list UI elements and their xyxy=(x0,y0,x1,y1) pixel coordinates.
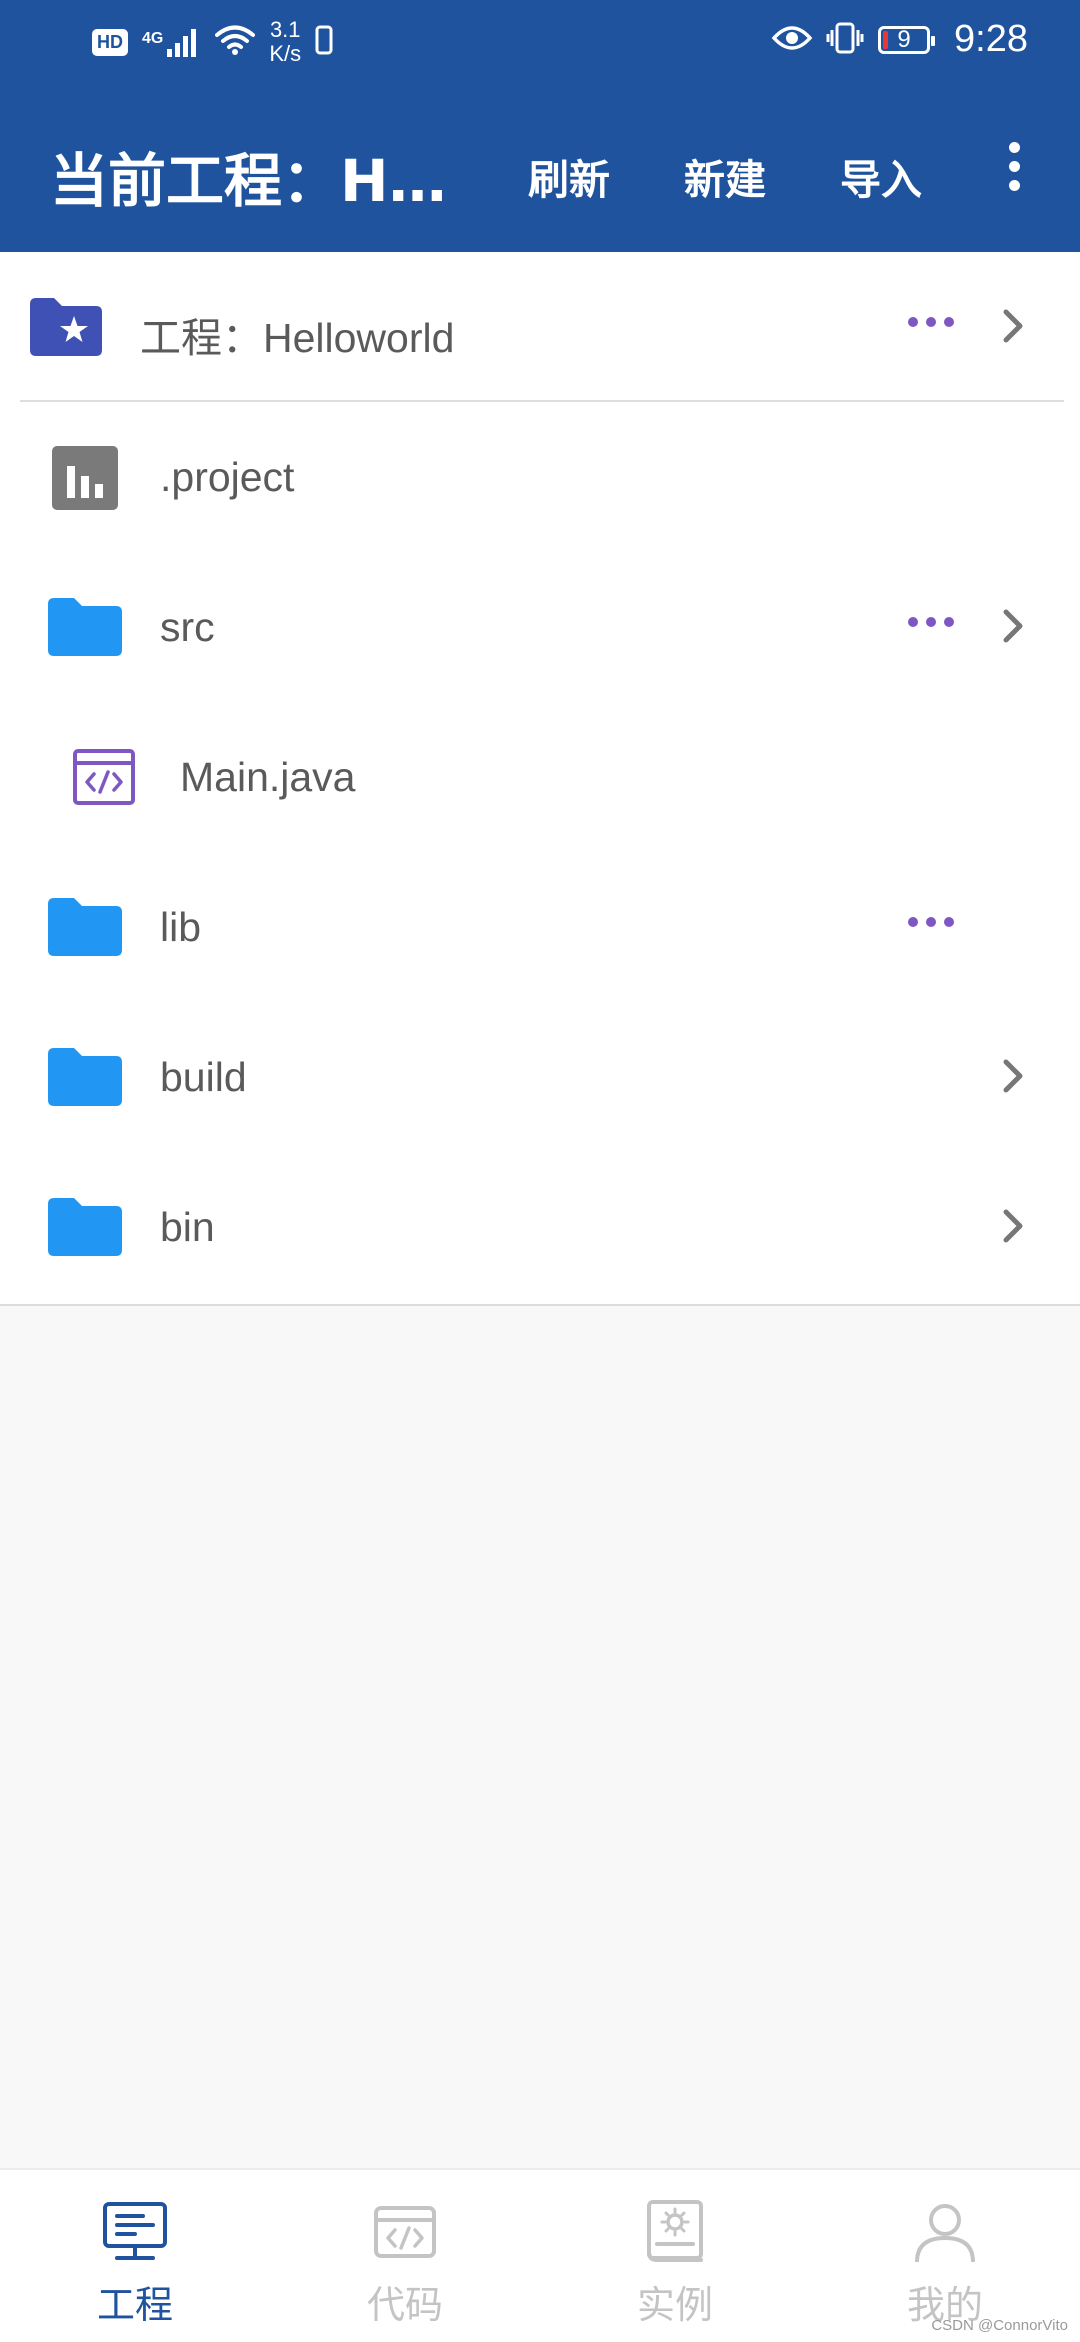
project-header-row[interactable]: 工程：Helloworld xyxy=(0,252,1080,402)
person-icon xyxy=(913,2200,977,2264)
file-name: .project xyxy=(160,454,295,500)
hd-badge: HD xyxy=(92,28,128,56)
app-bar: 当前工程：H… 刷新 新建 导入 xyxy=(0,84,1080,252)
tab-examples[interactable]: 实例 xyxy=(540,2170,810,2342)
more-options-icon[interactable] xyxy=(908,912,954,932)
signal-icon: 4G xyxy=(142,27,201,57)
folder-icon xyxy=(46,1196,124,1262)
file-name: Main.java xyxy=(180,754,356,800)
net-speed: 3.1 K/s xyxy=(269,17,302,66)
more-options-icon[interactable] xyxy=(908,312,954,332)
eye-icon xyxy=(771,24,813,56)
new-button[interactable]: 新建 xyxy=(684,146,766,206)
bottom-navigation: 工程 代码 实例 我的 CSDN @ConnorVito xyxy=(0,2168,1080,2342)
file-row-lib[interactable]: lib xyxy=(0,852,1080,1002)
page-title: 当前工程：H… xyxy=(50,147,447,215)
folder-icon xyxy=(46,896,124,962)
project-file-icon xyxy=(50,444,120,516)
tab-label: 实例 xyxy=(636,2283,713,2327)
clock: 9:28 xyxy=(954,18,1028,60)
more-options-icon[interactable] xyxy=(908,612,954,632)
overflow-menu-icon[interactable] xyxy=(1000,142,1028,198)
status-bar: HD 4G 3.1 K/s 9 9:28 xyxy=(0,0,1080,84)
wifi-icon xyxy=(215,24,256,60)
battery-level: 9 xyxy=(897,25,911,53)
file-list: 工程：Helloworld .project src Main.java lib… xyxy=(0,252,1080,1306)
watermark: CSDN @ConnorVito xyxy=(931,2317,1068,2334)
chevron-right-icon[interactable] xyxy=(996,1204,1032,1248)
starred-folder-icon xyxy=(26,296,104,362)
file-name: lib xyxy=(160,904,202,950)
folder-icon xyxy=(46,1046,124,1112)
tab-code[interactable]: 代码 xyxy=(270,2170,540,2342)
file-row-main-java[interactable]: Main.java xyxy=(0,702,1080,852)
top-bar: HD 4G 3.1 K/s 9 9:28 当前工程：H… 刷新 新建 导入 xyxy=(0,0,1080,252)
battery-icon: 9 xyxy=(878,25,936,54)
chevron-right-icon[interactable] xyxy=(996,1054,1032,1098)
file-row-bin[interactable]: bin xyxy=(0,1152,1080,1302)
refresh-button[interactable]: 刷新 xyxy=(528,146,610,206)
network-label: 4G xyxy=(142,30,164,47)
example-book-icon xyxy=(643,2200,707,2264)
file-row-project[interactable]: .project xyxy=(0,402,1080,552)
import-button[interactable]: 导入 xyxy=(840,146,922,206)
chevron-right-icon[interactable] xyxy=(996,604,1032,648)
tab-label: 工程 xyxy=(96,2283,173,2327)
project-header-label: 工程：Helloworld xyxy=(140,315,455,361)
phone-icon xyxy=(315,25,333,59)
tab-label: 代码 xyxy=(366,2283,443,2327)
code-window-icon xyxy=(373,2200,437,2264)
file-row-build[interactable]: build xyxy=(0,1002,1080,1152)
monitor-icon xyxy=(103,2200,167,2264)
file-name: build xyxy=(160,1054,247,1100)
file-name: bin xyxy=(160,1204,215,1250)
vibrate-icon xyxy=(826,22,864,58)
code-file-icon xyxy=(72,748,136,810)
file-row-src[interactable]: src xyxy=(0,552,1080,702)
file-name: src xyxy=(160,604,215,650)
folder-icon xyxy=(46,596,124,662)
tab-project[interactable]: 工程 xyxy=(0,2170,270,2342)
chevron-right-icon[interactable] xyxy=(996,304,1032,348)
